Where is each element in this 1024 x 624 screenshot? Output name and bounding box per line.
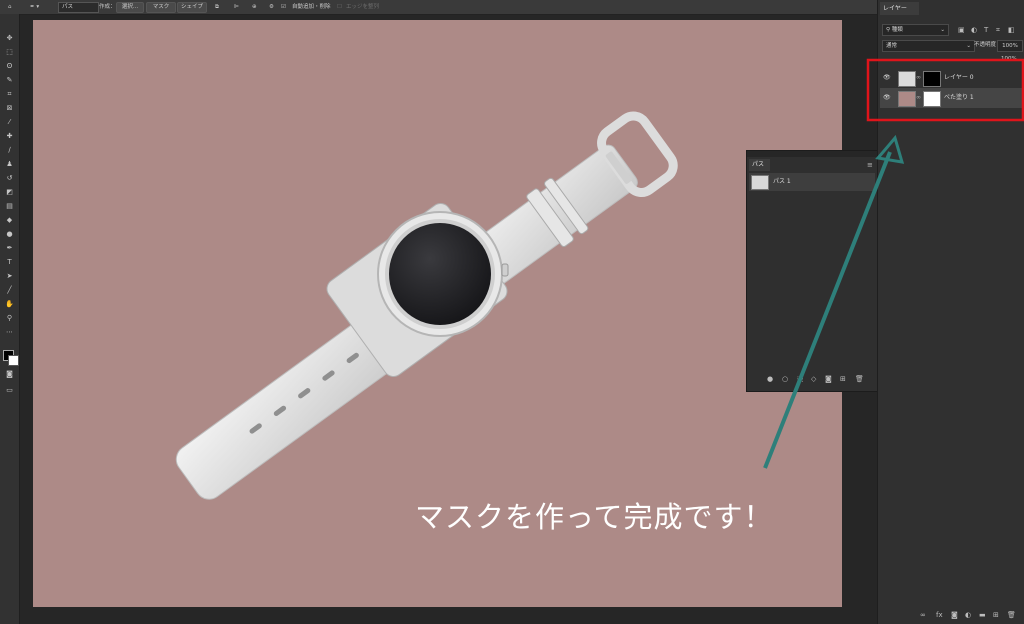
annotation-caption: マスクを作って完成です！ xyxy=(415,500,774,534)
highlight-box xyxy=(866,58,1024,122)
annotation-arrow xyxy=(763,151,892,469)
arrowhead-icon xyxy=(875,134,905,164)
